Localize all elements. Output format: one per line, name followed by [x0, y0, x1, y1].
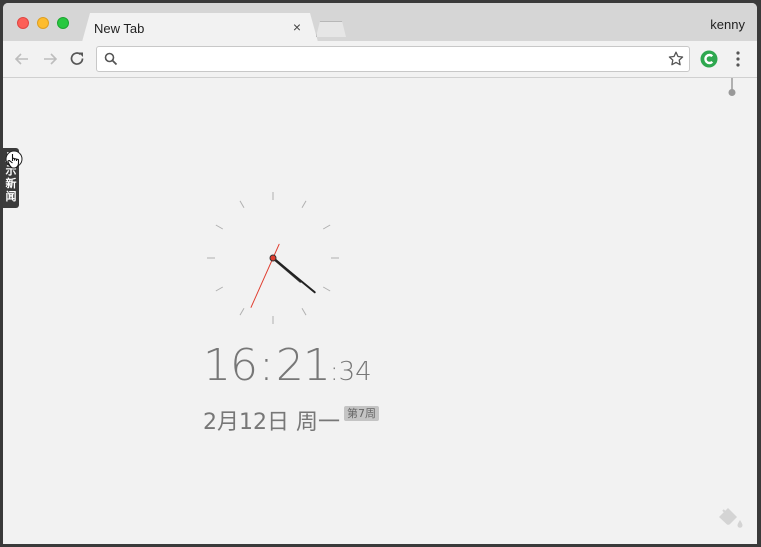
second-hand [250, 243, 280, 308]
digital-time: 16:21:34 [203, 340, 372, 391]
time-minutes: 21 [275, 340, 331, 391]
close-window-button[interactable] [17, 17, 29, 29]
reload-icon[interactable] [67, 49, 87, 69]
time-separator: : [259, 340, 274, 391]
address-input[interactable] [123, 49, 663, 69]
forward-icon[interactable] [40, 49, 60, 69]
tab-close-icon[interactable]: × [290, 19, 304, 35]
clock-tick [215, 286, 224, 292]
clock-tick [239, 307, 245, 316]
toolbar [3, 41, 757, 78]
clock-tick [215, 224, 224, 230]
extension-c-icon[interactable] [700, 50, 718, 68]
analog-clock [207, 192, 339, 324]
clock-center [269, 254, 277, 262]
search-icon [104, 52, 118, 66]
new-tab-page: 显示新闻 16:21:34 2月12日 周一第7周 [3, 78, 757, 544]
week-badge: 第7周 [344, 406, 379, 421]
profile-name[interactable]: kenny [710, 17, 745, 32]
minute-hand [272, 257, 316, 294]
clock-tick [322, 224, 331, 230]
clock-tick [301, 307, 307, 316]
tab-title: New Tab [94, 21, 145, 36]
title-bar: New Tab × kenny [3, 3, 757, 42]
time-seconds-separator: : [329, 357, 339, 387]
time-hours: 16 [203, 340, 258, 391]
star-icon[interactable] [667, 50, 685, 68]
pin-icon[interactable] [725, 78, 739, 98]
clock-tick [322, 286, 331, 292]
menu-dots-icon[interactable] [730, 50, 746, 68]
clock-tick [301, 200, 307, 209]
browser-window: New Tab × kenny 示新闻 16:21:34 2月12日 周一 第7… [3, 3, 757, 544]
time-seconds: 34 [338, 357, 372, 387]
tab-new-tab[interactable]: New Tab × [82, 13, 318, 42]
minimize-window-button[interactable] [37, 17, 49, 29]
date-display: 2月12日 周一 第7周 [203, 404, 379, 436]
new-tab-button[interactable] [316, 21, 346, 37]
maximize-window-button[interactable] [57, 17, 69, 29]
paint-bucket-icon[interactable] [716, 506, 744, 532]
clock-tick [239, 200, 245, 209]
date-text: 2月12日 周一 [203, 410, 340, 435]
back-icon[interactable] [12, 49, 32, 69]
hand-cursor-icon [5, 150, 23, 169]
address-bar[interactable] [96, 46, 690, 72]
